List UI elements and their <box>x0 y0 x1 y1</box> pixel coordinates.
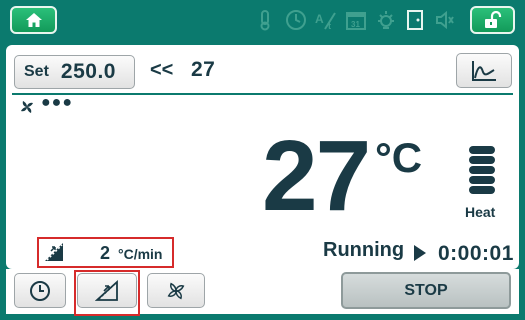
ramp-icon <box>95 279 118 301</box>
heat-level-indicator <box>469 146 495 196</box>
current-temperature: 27 <box>262 120 371 232</box>
clock-icon <box>285 9 306 31</box>
graph-button[interactable] <box>456 53 512 88</box>
temperature-unit: °C <box>375 134 423 181</box>
heat-bar <box>469 186 495 194</box>
unlock-icon <box>484 11 501 28</box>
run-status: Running <box>323 239 405 261</box>
setpoint-arrow: << <box>150 59 174 81</box>
ramp-rate-value: 2 <box>100 243 111 263</box>
clock-icon <box>30 280 50 301</box>
light-icon <box>375 9 395 31</box>
status-icons: At 31 <box>255 8 455 32</box>
heat-label: Heat <box>465 204 496 220</box>
door-icon <box>405 9 425 31</box>
ramp-button[interactable] <box>77 273 137 308</box>
svg-text:A: A <box>315 12 324 26</box>
heat-bar <box>469 166 495 174</box>
fan-icon <box>21 101 33 113</box>
timer-button[interactable] <box>14 273 66 308</box>
home-button[interactable] <box>10 6 57 34</box>
svg-text:t: t <box>328 21 331 31</box>
stop-button[interactable]: STOP <box>341 272 511 309</box>
svg-text:31: 31 <box>351 20 360 29</box>
elapsed-time: 0:00:01 <box>438 242 514 265</box>
fan-button[interactable] <box>147 273 205 308</box>
heat-bar <box>469 146 495 154</box>
setpoint-value: 250.0 <box>60 60 116 83</box>
ramp-rate-icon <box>45 243 63 261</box>
divider <box>12 93 513 95</box>
play-icon <box>414 245 426 261</box>
speaker-muted-icon <box>435 9 455 31</box>
ramp-rate-unit: °C/min <box>118 246 163 262</box>
stop-button-label: STOP <box>404 281 448 299</box>
setpoint-button[interactable]: Set 250.0 <box>14 55 135 89</box>
fan-speed-indicator: ●●● <box>41 94 73 111</box>
heat-bar <box>469 156 495 164</box>
home-icon <box>25 13 42 27</box>
heat-bar <box>469 176 495 184</box>
setpoint-label: Set <box>24 63 49 80</box>
calendar-icon: 31 <box>345 9 366 31</box>
graph-icon <box>472 60 496 81</box>
auto-icon: At <box>315 9 336 31</box>
unlock-button[interactable] <box>470 6 515 34</box>
thermometer-icon <box>255 9 275 31</box>
current-target-value: 27 <box>191 58 216 81</box>
fan-icon <box>167 282 185 299</box>
